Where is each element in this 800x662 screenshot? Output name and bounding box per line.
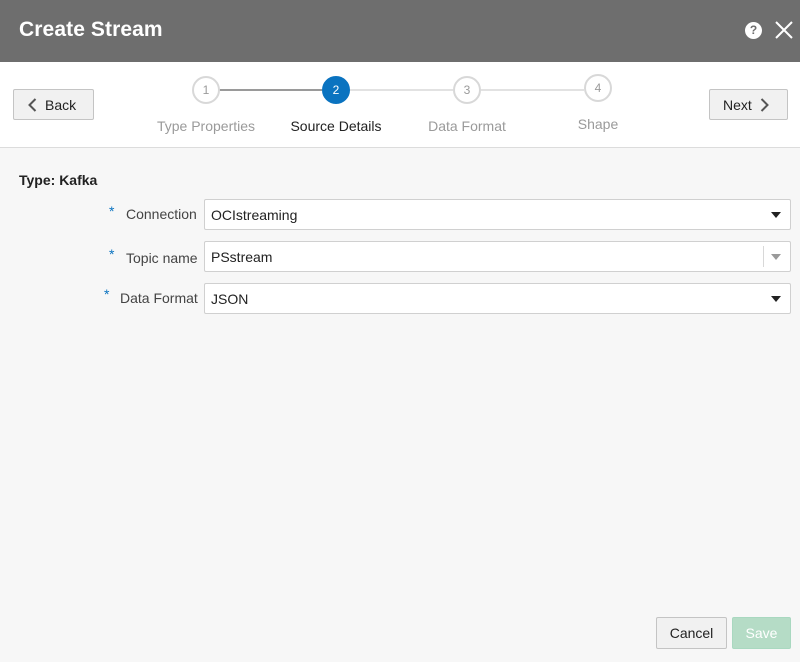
next-button[interactable]: Next (709, 89, 788, 120)
dialog-header: Create Stream ? (0, 0, 800, 62)
step-connector-1-2 (219, 89, 322, 91)
save-button[interactable]: Save (732, 617, 791, 649)
data-format-value: JSON (211, 291, 249, 307)
step-2-label[interactable]: Source Details (266, 118, 406, 134)
data-format-label: Data Format (120, 290, 198, 306)
next-button-label: Next (723, 96, 752, 113)
topic-name-label: Topic name (126, 250, 198, 266)
combobox-divider (763, 246, 764, 267)
help-icon[interactable]: ? (745, 22, 762, 39)
chevron-left-icon (28, 97, 37, 112)
required-marker: * (109, 203, 115, 219)
step-connector-3-4 (481, 89, 584, 91)
cancel-button[interactable]: Cancel (656, 617, 727, 649)
topic-name-combobox[interactable]: PSstream (204, 241, 791, 272)
connection-label: Connection (126, 206, 197, 222)
chevron-right-icon (760, 97, 769, 112)
required-marker: * (109, 246, 115, 262)
dialog-title: Create Stream (19, 18, 163, 41)
step-3-label[interactable]: Data Format (397, 118, 537, 134)
step-1-label[interactable]: Type Properties (136, 118, 276, 134)
wizard-train: Back 1 Type Properties 2 Source Details … (0, 62, 800, 148)
connection-select[interactable]: OCIstreaming (204, 199, 791, 230)
connection-value: OCIstreaming (211, 207, 298, 223)
dropdown-arrow-icon (771, 212, 781, 218)
step-1-circle[interactable]: 1 (192, 76, 220, 104)
dropdown-arrow-icon[interactable] (771, 254, 781, 260)
back-button-label: Back (45, 96, 77, 113)
step-connector-2-3 (350, 89, 453, 91)
step-3-circle[interactable]: 3 (453, 76, 481, 104)
topic-name-value: PSstream (211, 249, 273, 265)
step-2-circle[interactable]: 2 (322, 76, 350, 104)
data-format-select[interactable]: JSON (204, 283, 791, 314)
step-4-circle[interactable]: 4 (584, 74, 612, 102)
dropdown-arrow-icon (771, 296, 781, 302)
back-button[interactable]: Back (13, 89, 94, 120)
required-marker: * (104, 286, 110, 302)
source-type-label: Type: Kafka (19, 172, 98, 188)
close-icon[interactable] (773, 19, 795, 41)
step-4-label[interactable]: Shape (528, 116, 668, 132)
